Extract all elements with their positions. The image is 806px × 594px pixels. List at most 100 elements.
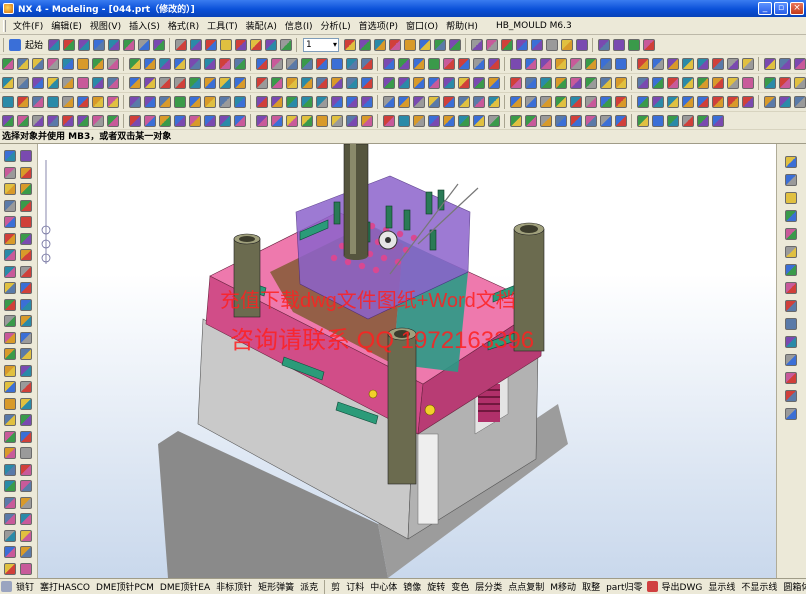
- toolbar-tool-icon[interactable]: [472, 114, 485, 127]
- toolbar-tool-icon[interactable]: [1, 77, 14, 89]
- toolbar-tool-icon[interactable]: [315, 77, 328, 89]
- toolbar-tool-icon[interactable]: [457, 58, 470, 70]
- toolbar-tool-icon[interactable]: [711, 58, 724, 70]
- menu-information[interactable]: 信息(I): [281, 19, 317, 32]
- bottom-tool-dme-pin-pcm[interactable]: DME顶针PCM: [93, 580, 157, 593]
- toolbar-tool-icon[interactable]: [539, 77, 552, 89]
- toolbar-tool-icon[interactable]: [4, 513, 16, 525]
- toolbar-tool-icon[interactable]: [681, 58, 694, 70]
- toolbar-tool-icon[interactable]: [20, 496, 32, 509]
- toolbar-tool-icon[interactable]: [4, 183, 16, 195]
- toolbar-tool-icon[interactable]: [666, 58, 679, 70]
- toolbar-tool-icon[interactable]: [203, 77, 216, 89]
- bottom-tool-custom-pin[interactable]: 非标顶针: [213, 580, 255, 593]
- toolbar-tool-icon[interactable]: [785, 210, 797, 222]
- toolbar-tool-icon[interactable]: [158, 58, 171, 70]
- toolbar-tool-icon[interactable]: [509, 114, 522, 127]
- toolbar-tool-icon[interactable]: [158, 77, 171, 89]
- bottom-tool-round-box[interactable]: 圆箱体: [780, 580, 806, 593]
- menu-window[interactable]: 窗口(O): [402, 19, 442, 32]
- toolbar-tool-icon[interactable]: [681, 96, 694, 108]
- toolbar-tool-icon[interactable]: [107, 38, 120, 51]
- toolbar-tool-icon[interactable]: [636, 96, 649, 108]
- toolbar-tool-icon[interactable]: [128, 77, 141, 89]
- toolbar-tool-icon[interactable]: [584, 96, 597, 108]
- toolbar-tool-icon[interactable]: [666, 96, 679, 108]
- toolbar-tool-icon[interactable]: [487, 114, 500, 127]
- toolbar-tool-icon[interactable]: [726, 77, 739, 89]
- toolbar-tool-icon[interactable]: [569, 58, 582, 70]
- toolbar-tool-icon[interactable]: [91, 58, 104, 70]
- toolbar-tool-icon[interactable]: [300, 77, 313, 89]
- toolbar-tool-icon[interactable]: [636, 58, 649, 70]
- toolbar-tool-icon[interactable]: [1, 58, 14, 70]
- toolbar-tool-icon[interactable]: [599, 58, 612, 70]
- toolbar-tool-icon[interactable]: [128, 114, 141, 127]
- toolbar-tool-icon[interactable]: [143, 96, 156, 108]
- toolbar-tool-icon[interactable]: [20, 414, 32, 426]
- toolbar-tool-icon[interactable]: [46, 96, 59, 108]
- toolbar-tool-icon[interactable]: [345, 96, 358, 108]
- toolbar-tool-icon[interactable]: [300, 96, 313, 108]
- toolbar-tool-icon[interactable]: [255, 114, 268, 127]
- toolbar-tool-icon[interactable]: [785, 282, 797, 294]
- toolbar-tool-icon[interactable]: [270, 58, 283, 70]
- toolbar-tool-icon[interactable]: [4, 315, 16, 327]
- toolbar-tool-icon[interactable]: [16, 114, 29, 127]
- toolbar-tool-icon[interactable]: [4, 199, 16, 212]
- toolbar-tool-icon[interactable]: [255, 58, 268, 70]
- toolbar-tool-icon[interactable]: [174, 38, 187, 51]
- toolbar-tool-icon[interactable]: [188, 77, 201, 89]
- toolbar-tool-icon[interactable]: [189, 38, 202, 51]
- toolbar-tool-icon[interactable]: [106, 114, 119, 127]
- toolbar-tool-icon[interactable]: [599, 114, 612, 127]
- toolbar-tool-icon[interactable]: [382, 77, 395, 89]
- toolbar-tool-icon[interactable]: [61, 77, 74, 89]
- toolbar-tool-icon[interactable]: [233, 77, 246, 89]
- bottom-tool-stock[interactable]: 订料: [343, 580, 367, 593]
- toolbar-tool-icon[interactable]: [255, 96, 268, 108]
- toolbar-tool-icon[interactable]: [4, 282, 16, 294]
- toolbar-tool-icon[interactable]: [173, 114, 186, 127]
- toolbar-tool-icon[interactable]: [20, 397, 32, 410]
- bottom-tool-rotate[interactable]: 旋转: [424, 580, 448, 593]
- toolbar-tool-icon[interactable]: [264, 38, 277, 51]
- toolbar-tool-icon[interactable]: [91, 114, 104, 127]
- toolbar-tool-icon[interactable]: [487, 77, 500, 89]
- layer-select[interactable]: 1: [303, 37, 340, 52]
- toolbar-tool-icon[interactable]: [300, 114, 313, 127]
- toolbar-tool-icon[interactable]: [785, 192, 797, 204]
- toolbar-tool-icon[interactable]: [152, 38, 165, 51]
- toolbar-tool-icon[interactable]: [427, 96, 440, 108]
- toolbar-tool-icon[interactable]: [20, 265, 32, 278]
- toolbar-tool-icon[interactable]: [20, 562, 32, 575]
- toolbar-tool-icon[interactable]: [20, 381, 32, 393]
- toolbar-tool-icon[interactable]: [627, 38, 640, 51]
- toolbar-tool-icon[interactable]: [785, 174, 797, 186]
- toolbar-tool-icon[interactable]: [599, 77, 612, 89]
- toolbar-tool-icon[interactable]: [793, 96, 806, 108]
- toolbar-tool-icon[interactable]: [545, 38, 558, 51]
- toolbar-tool-icon[interactable]: [20, 546, 32, 558]
- menu-analysis[interactable]: 分析(L): [317, 19, 355, 32]
- bottom-tool-show-lines[interactable]: 显示线: [705, 580, 738, 593]
- toolbar-tool-icon[interactable]: [500, 38, 513, 51]
- toolbar-tool-icon[interactable]: [233, 58, 246, 70]
- restore-button[interactable]: ▫: [774, 2, 788, 15]
- bottom-tool-part-reset[interactable]: part归零: [603, 580, 645, 593]
- toolbar-tool-icon[interactable]: [343, 38, 356, 51]
- bottom-tool-mirror[interactable]: 镜像: [400, 580, 424, 593]
- toolbar-tool-icon[interactable]: [219, 38, 232, 51]
- toolbar-tool-icon[interactable]: [330, 114, 343, 127]
- toolbar-tool-icon[interactable]: [143, 58, 156, 70]
- toolbar-tool-icon[interactable]: [397, 77, 410, 89]
- toolbar-tool-icon[interactable]: [249, 38, 262, 51]
- toolbar-tool-icon[interactable]: [584, 114, 597, 127]
- toolbar-tool-icon[interactable]: [20, 348, 32, 360]
- toolbar-tool-icon[interactable]: [487, 58, 500, 70]
- toolbar-tool-icon[interactable]: [188, 58, 201, 70]
- toolbar-tool-icon[interactable]: [470, 38, 483, 51]
- toolbar-tool-icon[interactable]: [270, 114, 283, 127]
- toolbar-tool-icon[interactable]: [412, 77, 425, 89]
- toolbar-tool-icon[interactable]: [741, 77, 754, 89]
